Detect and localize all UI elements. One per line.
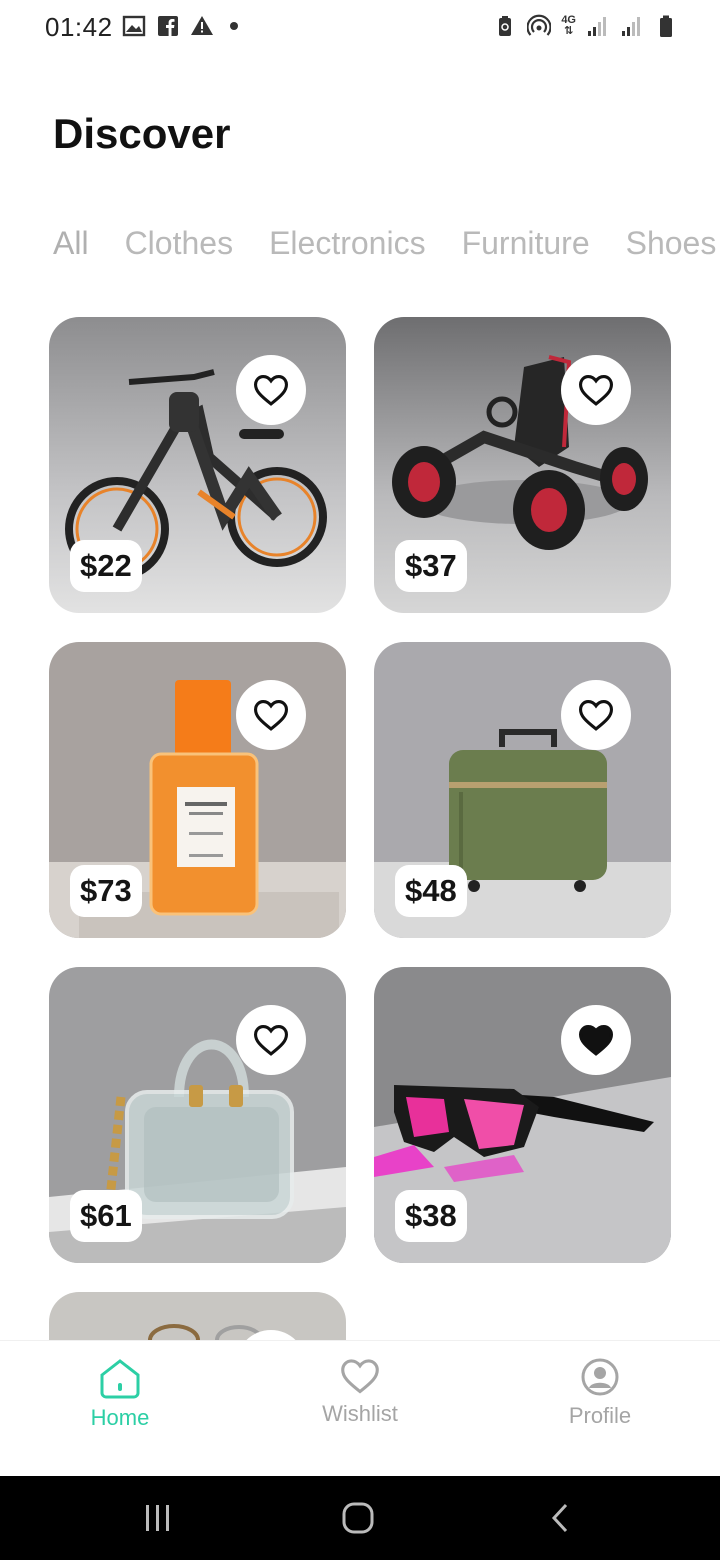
product-image-glasses [49, 1292, 346, 1340]
heart-outline-icon [253, 375, 289, 406]
product-card[interactable]: $38 [374, 967, 671, 1263]
favorite-button[interactable] [236, 355, 306, 425]
favorite-button[interactable] [561, 1005, 631, 1075]
nav-wishlist-label: Wishlist [322, 1401, 398, 1426]
dot-icon [230, 22, 238, 30]
status-bar: 01:42 4G ⇅ [0, 0, 720, 56]
nav-home[interactable]: Home [40, 1357, 200, 1431]
tab-clothes[interactable]: Clothes [125, 225, 234, 262]
system-icons: 4G ⇅ [493, 14, 678, 38]
price-badge: $73 [70, 865, 142, 917]
price-badge: $61 [70, 1190, 142, 1242]
tab-furniture[interactable]: Furniture [462, 225, 590, 262]
hotspot-icon [527, 14, 552, 36]
favorite-button[interactable] [236, 680, 306, 750]
heart-outline-icon [578, 700, 614, 731]
product-card[interactable]: $37 [374, 317, 671, 613]
tab-shoes[interactable]: Shoes [626, 225, 717, 262]
image-icon [122, 15, 146, 37]
warning-icon [191, 16, 213, 35]
favorite-button[interactable] [236, 1005, 306, 1075]
category-tabs: All Clothes Electronics Furniture Shoes [53, 225, 720, 262]
product-card[interactable] [49, 1292, 346, 1340]
battery-icon [660, 15, 672, 37]
price-badge: $22 [70, 540, 142, 592]
heart-outline-icon [578, 375, 614, 406]
product-grid: $22 $37 $73 $48 $61 $38 [49, 317, 671, 1340]
back-icon [551, 1503, 568, 1533]
heart-outline-icon [253, 700, 289, 731]
favorite-button[interactable] [561, 680, 631, 750]
recent-apps-icon [146, 1505, 169, 1531]
bottom-navigation: Home Wishlist Profile [0, 1340, 720, 1477]
heart-icon [341, 1359, 379, 1394]
system-back-button[interactable] [530, 1498, 590, 1538]
network-4g-icon: 4G ⇅ [561, 14, 576, 37]
favorite-button[interactable] [561, 355, 631, 425]
price-badge: $48 [395, 865, 467, 917]
heart-outline-icon [253, 1025, 289, 1056]
battery-saver-icon [499, 16, 512, 36]
product-card[interactable]: $61 [49, 967, 346, 1263]
facebook-icon [158, 16, 178, 36]
signal-icon [588, 17, 606, 36]
signal-icon [622, 17, 640, 36]
nav-home-label: Home [90, 1405, 150, 1430]
product-card[interactable]: $22 [49, 317, 346, 613]
price-badge: $38 [395, 1190, 467, 1242]
price-badge: $37 [395, 540, 467, 592]
product-card[interactable]: $48 [374, 642, 671, 938]
tab-all[interactable]: All [53, 225, 89, 262]
product-card[interactable]: $73 [49, 642, 346, 938]
network-label: 4G [561, 14, 576, 26]
heart-filled-icon [578, 1025, 614, 1056]
system-navigation-bar [0, 1476, 720, 1560]
notification-icons [122, 14, 238, 38]
tab-electronics[interactable]: Electronics [269, 225, 426, 262]
status-time: 01:42 [45, 12, 113, 42]
home-circle-icon [342, 1502, 374, 1534]
page-title: Discover [53, 110, 231, 157]
home-icon [100, 1359, 140, 1399]
nav-profile[interactable]: Profile [520, 1357, 680, 1429]
system-home-button[interactable] [328, 1498, 388, 1538]
nav-profile-label: Profile [568, 1403, 632, 1428]
profile-icon [581, 1358, 619, 1396]
nav-wishlist[interactable]: Wishlist [280, 1357, 440, 1427]
recent-apps-button[interactable] [128, 1498, 188, 1538]
